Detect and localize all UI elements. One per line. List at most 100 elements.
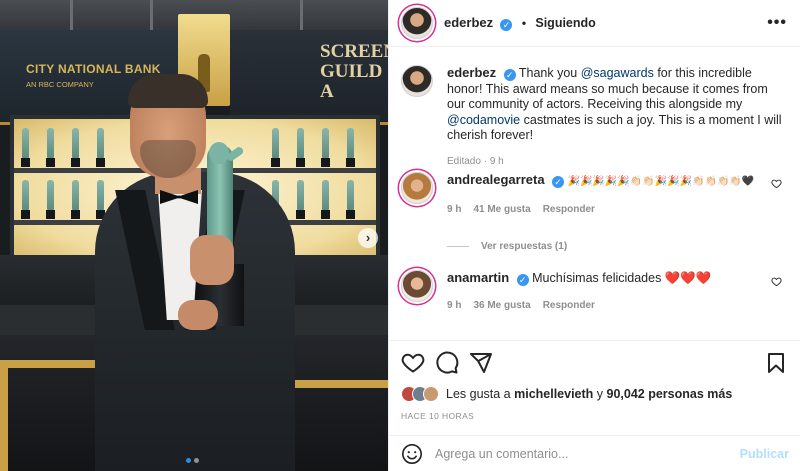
bookmark-icon[interactable] — [764, 351, 788, 375]
comment-avatar[interactable] — [401, 172, 433, 204]
trophy-statue — [22, 128, 29, 158]
trophy-statue-base — [46, 210, 55, 219]
comment-username[interactable]: anamartin — [447, 270, 509, 285]
carousel-dot — [186, 458, 191, 463]
reply-button[interactable]: Responder — [543, 300, 595, 311]
post-header: ederbez ✓ • Siguiendo ••• — [389, 0, 800, 47]
comment-text: Muchísimas felicidades ❤️❤️❤️ — [532, 271, 712, 285]
trophy-statue-base — [346, 158, 355, 167]
replies-line — [447, 246, 469, 247]
trophy-statue — [97, 128, 104, 158]
trophy-statue-base — [296, 210, 305, 219]
meta-dot: · — [483, 155, 488, 167]
person-hand — [178, 300, 218, 330]
trophy-statue-base — [71, 210, 80, 219]
trophy-statue-base — [296, 158, 305, 167]
comment-username[interactable]: andrealegarreta — [447, 172, 545, 187]
trophy-statue — [97, 180, 104, 210]
comment-text: 🎉🎉🎉🎉🎉👏🏻👏🏻🎉🎉🎉👏🏻👏🏻👏🏻👏🏻🖤 — [567, 176, 755, 187]
trophy-statue — [322, 128, 329, 158]
trophy-statue — [72, 128, 79, 158]
verified-icon: ✓ — [503, 69, 516, 81]
comment-likes[interactable]: 36 Me gusta — [473, 300, 530, 311]
post-photo[interactable]: CITY NATIONAL BANK AN RBC COMPANY SCREEN… — [0, 0, 388, 471]
sag-trophy-head — [209, 142, 229, 164]
trophy-statue-base — [71, 158, 80, 167]
verified-icon: ✓ — [500, 19, 513, 31]
post-timestamp[interactable]: HACE 10 HORAS — [401, 411, 474, 421]
share-icon[interactable] — [469, 351, 493, 375]
trophy-statue — [272, 128, 279, 158]
following-button[interactable]: Siguiendo — [535, 16, 595, 30]
mention-link[interactable]: @codamovie — [447, 113, 520, 127]
liked-by-user[interactable]: michellevieth — [514, 387, 593, 401]
caption-body: ederbez ✓ Thank you @sagawards for this … — [447, 65, 789, 170]
view-replies-button[interactable]: Ver respuestas (1) — [447, 241, 567, 252]
trophy-statue — [22, 180, 29, 210]
trophy-statue — [47, 180, 54, 210]
trophy-statue-base — [46, 158, 55, 167]
caption-meta: Editado · 9 h — [447, 154, 789, 170]
trophy-statue-base — [321, 158, 330, 167]
comment-time: 9 h — [447, 204, 462, 215]
caption-text: Thank you — [515, 66, 581, 80]
trophy-statue-base — [271, 158, 280, 167]
action-bar: Les gusta a michellevieth y 90,042 perso… — [389, 340, 800, 434]
comment-time: 9 h — [447, 300, 462, 311]
caption-time: 9 h — [489, 155, 504, 167]
verified-icon: ✓ — [516, 274, 529, 286]
comment-icon[interactable] — [435, 351, 459, 375]
caption: ederbez ✓ Thank you @sagawards for this … — [401, 65, 789, 170]
caption-avatar[interactable] — [401, 65, 433, 97]
comment-likes[interactable]: 41 Me gusta — [473, 204, 530, 215]
verified-icon: ✓ — [552, 176, 565, 188]
heart-icon[interactable] — [401, 351, 425, 375]
comment-meta: 9 h 41 Me gusta Responder — [447, 204, 767, 215]
comment-input[interactable] — [435, 446, 740, 461]
comment-body: andrealegarreta ✓ 🎉🎉🎉🎉🎉👏🏻👏🏻🎉🎉🎉👏🏻👏🏻👏🏻👏🏻🖤 … — [447, 172, 767, 215]
trophy-statue-base — [96, 158, 105, 167]
trophy-statue — [297, 180, 304, 210]
emoji-icon[interactable] — [401, 443, 423, 465]
reply-button[interactable]: Responder — [543, 204, 595, 215]
comment-like-icon[interactable] — [771, 178, 782, 189]
likes-count[interactable]: 90,042 personas más — [607, 387, 733, 401]
trophy-statue — [72, 180, 79, 210]
comment-like-icon[interactable] — [771, 276, 782, 287]
bank-logo-text: CITY NATIONAL BANK — [26, 62, 161, 76]
trophy-statue-base — [21, 158, 30, 167]
carousel-dots — [186, 458, 199, 463]
mention-link[interactable]: @sagawards — [581, 66, 654, 80]
comment-meta: 9 h 36 Me gusta Responder — [447, 300, 767, 311]
caption-username[interactable]: ederbez — [447, 65, 496, 80]
add-comment-bar: Publicar — [389, 435, 800, 471]
trophy-statue — [347, 128, 354, 158]
post-modal: CITY NATIONAL BANK AN RBC COMPANY SCREEN… — [0, 0, 800, 471]
likes-mid: y — [593, 387, 607, 401]
separator: • — [521, 16, 527, 30]
liker-avatar — [423, 386, 439, 402]
edited-label: Editado — [447, 155, 481, 167]
trophy-statue-base — [21, 210, 30, 219]
likes-summary[interactable]: Les gusta a michellevieth y 90,042 perso… — [401, 386, 732, 402]
person-hand — [190, 235, 234, 285]
publish-button[interactable]: Publicar — [740, 447, 789, 461]
sag-sign-line: SCREEN — [320, 41, 388, 62]
comment-avatar[interactable] — [401, 270, 433, 302]
carousel-dot — [194, 458, 199, 463]
comment: anamartin ✓ Muchísimas felicidades ❤️❤️❤… — [401, 270, 789, 311]
trophy-statue-base — [321, 210, 330, 219]
more-icon[interactable]: ••• — [767, 14, 787, 32]
next-photo-button[interactable]: › — [358, 228, 378, 248]
view-replies-label: Ver respuestas (1) — [481, 241, 568, 252]
author-avatar[interactable] — [401, 7, 433, 39]
trophy-statue — [322, 180, 329, 210]
comment-body: anamartin ✓ Muchísimas felicidades ❤️❤️❤… — [447, 270, 767, 311]
trophy-statue — [297, 128, 304, 158]
post-details-panel: ederbez ✓ • Siguiendo ••• ederbez ✓ Than… — [388, 0, 800, 471]
trophy-statue-base — [346, 210, 355, 219]
likes-prefix: Les gusta a — [446, 387, 515, 401]
author-username[interactable]: ederbez — [444, 15, 493, 30]
trophy-statue — [347, 180, 354, 210]
sag-sign-text: SCREEN GUILD A — [320, 42, 388, 102]
